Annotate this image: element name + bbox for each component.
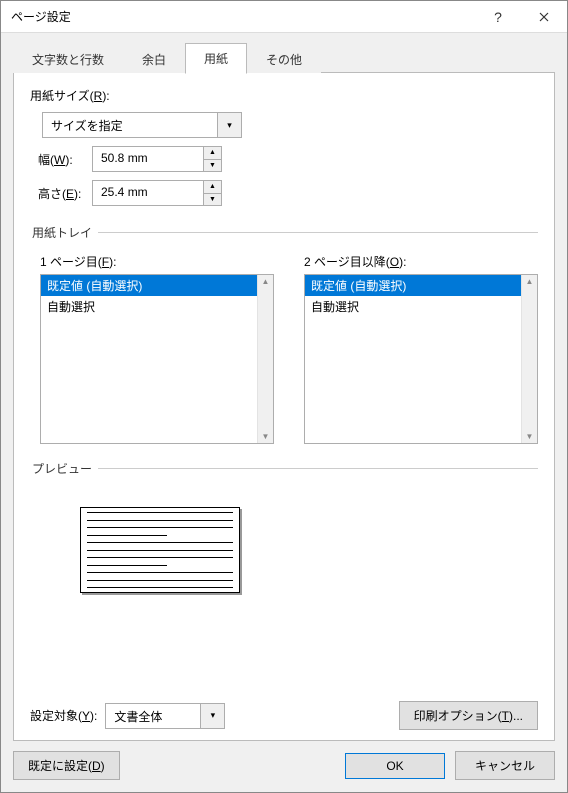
other-pages-tray-list[interactable]: 既定値 (自動選択) 自動選択 ▲ ▼ <box>304 274 538 444</box>
spinner-down-icon[interactable]: ▼ <box>204 194 221 206</box>
list-item[interactable]: 自動選択 <box>41 296 257 317</box>
print-options-button[interactable]: 印刷オプション(T)... <box>399 701 538 730</box>
spinner-arrows: ▲ ▼ <box>203 147 221 171</box>
list-item[interactable]: 既定値 (自動選択) <box>305 275 521 296</box>
scrollbar[interactable]: ▲ ▼ <box>521 275 537 443</box>
width-value[interactable]: 50.8 mm <box>93 147 203 171</box>
cancel-button[interactable]: キャンセル <box>455 751 555 780</box>
scrollbar[interactable]: ▲ ▼ <box>257 275 273 443</box>
tab-content-paper: 用紙サイズ(R): サイズを指定 ▾ 幅(W): 50.8 mm ▲ ▼ <box>13 73 555 741</box>
tab-paper[interactable]: 用紙 <box>185 43 247 74</box>
scroll-up-icon: ▲ <box>262 277 270 286</box>
tab-margins[interactable]: 余白 <box>123 44 185 74</box>
other-pages-tray-label: 2 ページ目以降(O): <box>304 253 538 270</box>
set-default-button[interactable]: 既定に設定(D) <box>13 751 120 780</box>
height-value[interactable]: 25.4 mm <box>93 181 203 205</box>
width-label: 幅(W): <box>30 151 92 168</box>
tab-chars-lines[interactable]: 文字数と行数 <box>13 44 123 74</box>
chevron-down-icon: ▾ <box>200 704 224 728</box>
paper-tray-legend: 用紙トレイ <box>30 224 98 241</box>
close-button[interactable] <box>521 1 567 33</box>
spinner-arrows: ▲ ▼ <box>203 181 221 205</box>
apply-to-value: 文書全体 <box>106 704 200 728</box>
chevron-down-icon: ▾ <box>217 113 241 137</box>
help-button[interactable]: ? <box>475 1 521 33</box>
preview-page <box>80 507 240 593</box>
first-page-tray-label: 1 ページ目(F): <box>40 253 274 270</box>
list-item[interactable]: 自動選択 <box>305 296 521 317</box>
dialog-footer: 既定に設定(D) OK キャンセル <box>1 741 567 792</box>
scroll-down-icon: ▼ <box>262 432 270 441</box>
paper-size-value: サイズを指定 <box>43 113 217 137</box>
close-icon <box>539 12 549 22</box>
preview-group: プレビュー <box>30 460 538 593</box>
tab-other[interactable]: その他 <box>247 44 321 74</box>
tab-strip: 文字数と行数 余白 用紙 その他 <box>13 43 555 73</box>
first-page-tray-list[interactable]: 既定値 (自動選択) 自動選択 ▲ ▼ <box>40 274 274 444</box>
apply-to-label: 設定対象(Y): <box>30 707 97 724</box>
preview-legend: プレビュー <box>30 460 98 477</box>
paper-size-label: 用紙サイズ(R): <box>30 87 538 104</box>
width-spinner[interactable]: 50.8 mm ▲ ▼ <box>92 146 222 172</box>
paper-size-select[interactable]: サイズを指定 ▾ <box>42 112 242 138</box>
spinner-down-icon[interactable]: ▼ <box>204 160 221 172</box>
titlebar: ページ設定 ? <box>1 1 567 33</box>
dialog-title: ページ設定 <box>11 8 475 25</box>
scroll-up-icon: ▲ <box>526 277 534 286</box>
scroll-down-icon: ▼ <box>526 432 534 441</box>
spinner-up-icon[interactable]: ▲ <box>204 181 221 194</box>
height-label: 高さ(E): <box>30 185 92 202</box>
paper-tray-group: 用紙トレイ 1 ページ目(F): 既定値 (自動選択) 自動選択 ▲ <box>30 224 538 444</box>
ok-button[interactable]: OK <box>345 753 445 779</box>
height-spinner[interactable]: 25.4 mm ▲ ▼ <box>92 180 222 206</box>
apply-to-select[interactable]: 文書全体 ▾ <box>105 703 225 729</box>
spinner-up-icon[interactable]: ▲ <box>204 147 221 160</box>
page-setup-dialog: ページ設定 ? 文字数と行数 余白 用紙 その他 用紙サイズ(R): サイズを指… <box>0 0 568 793</box>
list-item[interactable]: 既定値 (自動選択) <box>41 275 257 296</box>
